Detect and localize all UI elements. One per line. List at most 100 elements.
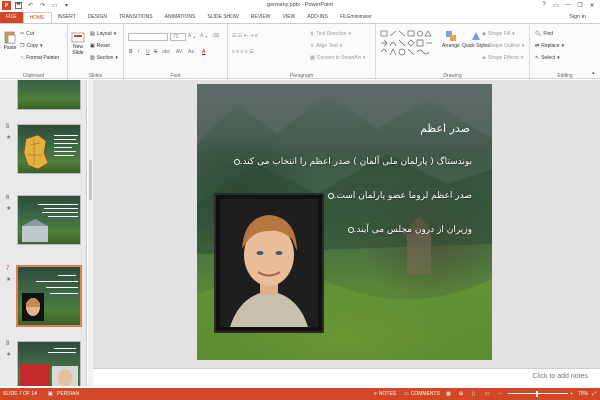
change-case-button[interactable]: Aa [188, 49, 194, 55]
tab-slide-show[interactable]: SLIDE SHOW [201, 12, 244, 23]
arrange-icon [445, 31, 456, 41]
slide-7-preview [22, 275, 78, 321]
zoom-slider[interactable] [508, 393, 568, 394]
notes-placeholder[interactable]: Click to add notes [532, 373, 588, 380]
shrink-font-icon[interactable]: A ▾ [200, 33, 207, 39]
bold-button[interactable]: B [129, 49, 133, 55]
notes-pane[interactable]: Click to add notes [93, 368, 600, 386]
paste-icon [4, 31, 16, 44]
reading-view-icon[interactable]: ▯ [472, 391, 475, 397]
slide-sorter-icon[interactable]: ⊞ [459, 391, 463, 397]
reset-icon: ▣ [90, 43, 95, 49]
sign-in-link[interactable]: Sign in [569, 14, 586, 20]
notes-icon: ≡ [374, 391, 377, 397]
shape-fill-button[interactable]: ◆ Shape Fill ▾ [482, 31, 515, 37]
shadow-button[interactable]: abc [162, 49, 170, 55]
tab-home[interactable]: HOME [22, 12, 52, 23]
portrait-photo-frame[interactable] [214, 193, 324, 333]
shape-outline-button[interactable]: ✎ Shape Outline ▾ [482, 43, 524, 49]
shape-effects-button[interactable]: ◈ Shape Effects ▾ [482, 55, 523, 61]
chevron-down-icon: ▾ [113, 31, 117, 37]
font-group: 72 A ▴ A ▾ ⌫ B I U S abc AV Aa A Font [124, 24, 228, 80]
tab-animations[interactable]: ANIMATIONS [159, 12, 202, 23]
tab-add-ins[interactable]: ADD-INS [301, 12, 334, 23]
zoom-slider-knob[interactable] [536, 391, 538, 397]
italic-button[interactable]: I [138, 49, 139, 55]
grow-font-icon[interactable]: A ▴ [188, 33, 195, 39]
replace-button[interactable]: ⇄ Replace ▾ [535, 43, 564, 49]
paste-button[interactable]: Paste [3, 30, 17, 51]
notes-button[interactable]: ≡ NOTES [374, 391, 396, 397]
window-title: germany.pptx - PowerPoint [267, 2, 333, 8]
slide-title[interactable]: صدر اعظم [420, 122, 470, 135]
strikethrough-button[interactable]: S [154, 49, 157, 55]
proofing-icon[interactable]: ▣ [48, 391, 53, 397]
reset-button[interactable]: ▣ Reset [90, 43, 110, 49]
animation-star-icon: ★ [6, 206, 12, 212]
slide-thumbnail[interactable] [17, 124, 81, 174]
slide-number: 6 [6, 195, 10, 201]
select-button[interactable]: ↖ Select ▾ [535, 55, 560, 61]
slide-thumbnail-pane: 5 ★ 6 ★ 7 ★ 8 ★ [0, 80, 87, 386]
building-image [22, 204, 78, 242]
slide-thumbnail[interactable] [17, 195, 81, 245]
clear-formatting-icon[interactable]: ⌫ [212, 33, 219, 39]
find-button[interactable]: 🔍︎ Find [535, 31, 553, 37]
zoom-level[interactable]: 70% [578, 391, 588, 397]
bullet-item[interactable]: وزیران از درون مجلس می آیند. [344, 225, 472, 235]
zoom-in-icon[interactable]: + [570, 391, 573, 397]
slide-thumbnail[interactable] [17, 341, 81, 386]
chevron-down-icon: ▾ [521, 43, 525, 49]
copy-button[interactable]: ❐ Copy ▾ [20, 43, 43, 49]
align-icon[interactable]: ≡ ≡ ≡ ≡ ☰ [232, 49, 254, 55]
tab-fileminimizer[interactable]: FILEminimizer [334, 12, 378, 23]
new-slide-button[interactable]: New Slide [71, 30, 85, 56]
language-indicator[interactable]: PERSIAN [57, 391, 79, 397]
copy-icon: ❐ [20, 43, 25, 49]
cut-button[interactable]: ✂ Cut [20, 31, 34, 37]
close-button[interactable]: ✕ [586, 0, 598, 10]
normal-view-icon[interactable]: ▦ [446, 391, 451, 397]
minimize-button[interactable]: — [562, 0, 574, 10]
slideshow-view-icon[interactable]: ▭ [485, 391, 490, 397]
arrange-button[interactable]: Arrange [442, 30, 460, 49]
tab-insert[interactable]: INSERT [52, 12, 82, 23]
slide-canvas[interactable]: صدر اعظم بوندستاگ ( پارلمان ملی آلمان ) … [197, 84, 492, 360]
bullet-item[interactable]: صدر اعظم لزوما عضو پارلمان است. [324, 191, 472, 201]
help-button[interactable]: ? [538, 0, 550, 10]
fit-slide-icon[interactable]: ⤢ [592, 391, 596, 397]
format-painter-button[interactable]: ✎ Format Painter [20, 55, 59, 61]
ribbon-display-button[interactable]: ▭ [550, 0, 562, 10]
slide-counter: SLIDE 7 OF 14 [3, 391, 37, 397]
char-spacing-button[interactable]: AV [176, 49, 182, 55]
layout-button[interactable]: ▤ Layout ▾ [90, 31, 116, 37]
section-button[interactable]: ▥ Section ▾ [90, 55, 118, 61]
tab-transitions[interactable]: TRANSITIONS [113, 12, 159, 23]
underline-button[interactable]: U [146, 49, 150, 55]
text-direction-button[interactable]: ⇅ Text Direction ▾ [310, 31, 351, 37]
section-label: Section [96, 55, 114, 61]
thumbnail-scrollbar-thumb[interactable] [89, 160, 92, 200]
comments-label: COMMENTS [410, 391, 440, 397]
comments-button[interactable]: ▭ COMMENTS [404, 391, 440, 397]
shapes-gallery[interactable] [380, 30, 438, 60]
layout-icon: ▤ [90, 31, 95, 37]
zoom-out-icon[interactable]: − [499, 391, 502, 397]
tab-design[interactable]: DESIGN [82, 12, 113, 23]
tab-file[interactable]: FILE [0, 12, 23, 23]
font-name-combo[interactable] [128, 33, 168, 41]
convert-smartart-button[interactable]: ▦ Convert to SmartArt ▾ [310, 55, 365, 61]
slide-thumbnail[interactable] [17, 80, 81, 110]
slide-thumbnail-active[interactable] [16, 265, 82, 327]
font-size-combo[interactable]: 72 [170, 33, 186, 41]
bullets-icon[interactable]: ☰ ☷ ⇤ ⇥ ≡ [232, 33, 258, 39]
font-color-button[interactable]: A [202, 49, 205, 55]
bullet-item[interactable]: بوندستاگ ( پارلمان ملی آلمان ) صدر اعظم … [230, 157, 472, 167]
restore-button[interactable]: ❐ [574, 0, 586, 10]
section-icon: ▥ [90, 55, 95, 61]
copy-label: Copy [26, 43, 39, 49]
clipboard-group: Paste ✂ Cut ❐ Copy ▾ ✎ Format Painter Clipbo… [0, 24, 68, 80]
tab-view[interactable]: VIEW [277, 12, 302, 23]
align-text-button[interactable]: ⇕ Align Text ▾ [310, 43, 342, 49]
tab-review[interactable]: REVIEW [245, 12, 277, 23]
